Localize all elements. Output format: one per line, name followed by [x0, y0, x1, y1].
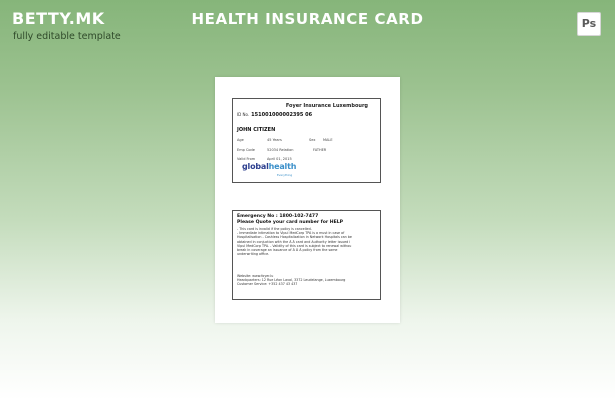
- photoshop-icon: Ps: [577, 12, 601, 36]
- relation-value: FATHER: [313, 148, 327, 152]
- page-title: HEALTH INSURANCE CARD: [191, 10, 424, 28]
- customer-service-line: Customer Service: +352 437 43 437: [237, 282, 298, 287]
- id-label: ID No.: [237, 112, 250, 117]
- emp-code-label: Emp Code: [237, 148, 255, 152]
- logo-word-health: health: [268, 162, 297, 171]
- id-line: ID No. 151001000002395 06: [237, 112, 312, 118]
- globalhealth-logo: globalhealth: [242, 162, 296, 171]
- valid-from-value: April 01, 2015: [267, 157, 292, 161]
- valid-from-label: Valid From: [237, 157, 256, 161]
- insurer-name: Foyer Insurance Luxembourg: [285, 103, 368, 109]
- terms-line: underwriting office.: [237, 252, 270, 257]
- card-front: Foyer Insurance Luxembourg ID No. 1510010…: [232, 98, 381, 183]
- id-number: 151001000002395 06: [251, 112, 313, 118]
- emergency-number: Emergency No : 1800-102-7477: [237, 214, 319, 219]
- logo-subtitle: Everything: [277, 173, 293, 177]
- contact-block: Website: www.foyer.lu Headquarters: 12 R…: [237, 274, 378, 287]
- sex-label: Sex: [309, 138, 316, 142]
- card-back: Emergency No : 1800-102-7477 Please Quot…: [232, 210, 381, 300]
- brand-tagline: fully editable template: [13, 31, 121, 42]
- sex-value: MALE: [323, 138, 333, 142]
- card-sheet: Foyer Insurance Luxembourg ID No. 1510010…: [215, 77, 400, 323]
- age-label: Age: [237, 138, 244, 142]
- holder-name: JOHN CITIZEN: [237, 127, 276, 133]
- logo-word-global: global: [242, 162, 269, 171]
- quote-instruction: Please Quote your card number for HELP: [237, 220, 344, 225]
- emp-code-value: 52034 Relation: [267, 148, 294, 152]
- terms-block: - This card is invalid if the policy is …: [237, 227, 378, 256]
- age-value: 45 Years: [267, 138, 282, 142]
